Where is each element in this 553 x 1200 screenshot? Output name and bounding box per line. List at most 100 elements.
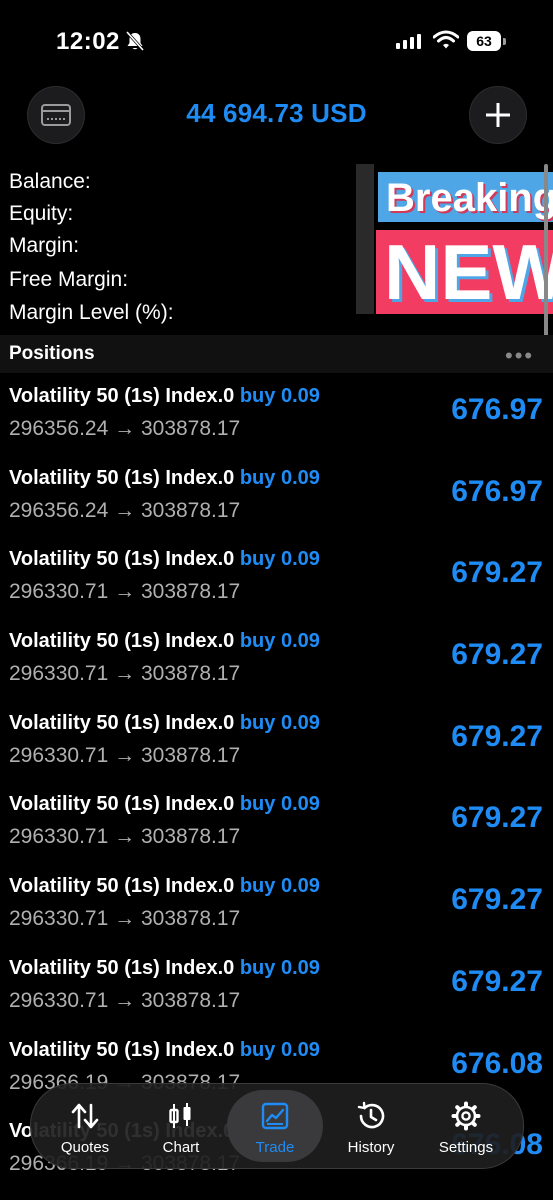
position-side: buy 0.09 (239, 630, 320, 653)
open-price: 296330.71 (9, 662, 109, 686)
candlestick-icon (169, 1103, 191, 1128)
margin-label: Margin: (9, 234, 80, 257)
position-side: buy 0.09 (239, 875, 320, 898)
position-prices: 296356.24 → 303878.17 (9, 499, 240, 523)
nav-quotes[interactable]: Quotes (37, 1084, 133, 1168)
more-options-icon[interactable]: ••• (505, 343, 534, 369)
position-symbol: Volatility 50 (1s) Index.0 buy 0.09 (9, 875, 320, 898)
open-price: 296330.71 (9, 580, 109, 604)
nav-history[interactable]: History (323, 1084, 419, 1168)
nav-chart[interactable]: Chart (133, 1084, 229, 1168)
position-side: buy 0.09 (239, 1038, 320, 1061)
balance-label: Balance: (9, 170, 91, 193)
plus-icon (486, 103, 510, 127)
current-price: 303878.17 (140, 417, 241, 440)
open-price: 296330.71 (9, 907, 109, 931)
position-profit: 676.97 (451, 393, 543, 426)
open-price: 296330.71 (9, 825, 109, 849)
position-symbol-name: Volatility 50 (1s) Index.0 (9, 385, 235, 407)
price-arrow: → (114, 498, 136, 522)
current-price: 303878.17 (140, 825, 241, 849)
position-symbol: Volatility 50 (1s) Index.0 buy 0.09 (9, 957, 320, 980)
position-side: buy 0.09 (239, 385, 320, 407)
overlay-line-2: NEW (376, 230, 553, 314)
breaking-news-overlay: Breaking NEW (356, 164, 553, 316)
position-symbol-name: Volatility 50 (1s) Index.0 (9, 630, 235, 653)
equity-label: Equity: (9, 202, 74, 225)
position-symbol-name: Volatility 50 (1s) Index.0 (9, 793, 235, 816)
status-time: 12:02 (56, 28, 120, 55)
position-prices: 296330.71 → 303878.17 (9, 989, 240, 1013)
current-price: 303878.17 (140, 907, 241, 931)
current-price: 303878.17 (140, 662, 241, 686)
price-arrow: → (114, 580, 136, 604)
positions-list: Volatility 50 (1s) Index.0 buy 0.09 29635… (0, 375, 553, 1192)
position-row[interactable]: Volatility 50 (1s) Index.0 buy 0.09 29635… (0, 457, 553, 539)
price-arrow: → (114, 743, 136, 767)
position-profit: 676.08 (451, 1046, 543, 1080)
open-price: 296330.71 (9, 743, 109, 767)
nav-chart-label: Chart (162, 1139, 200, 1156)
nav-quotes-label: Quotes (60, 1139, 110, 1156)
position-symbol: Volatility 50 (1s) Index.0 buy 0.09 (9, 467, 320, 490)
positions-title: Positions (9, 343, 95, 364)
position-prices: 296356.24 → 303878.17 (9, 417, 240, 441)
price-arrow: → (114, 907, 136, 931)
position-row[interactable]: Volatility 50 (1s) Index.0 buy 0.09 29633… (0, 947, 553, 1029)
open-price: 296356.24 (9, 417, 109, 440)
position-symbol: Volatility 50 (1s) Index.0 buy 0.09 (9, 793, 320, 816)
current-price: 303878.17 (140, 743, 241, 767)
overlay-line-1: Breaking (378, 172, 553, 222)
position-symbol-name: Volatility 50 (1s) Index.0 (9, 1038, 235, 1061)
position-prices: 296330.71 → 303878.17 (9, 662, 240, 686)
position-side: buy 0.09 (239, 466, 320, 489)
gear-icon (451, 1101, 481, 1131)
price-arrow: → (114, 825, 136, 849)
nav-trade[interactable]: Trade (227, 1090, 323, 1162)
position-prices: 296330.71 → 303878.17 (9, 580, 240, 604)
positions-header: Positions ••• (0, 335, 553, 373)
position-prices: 296330.71 → 303878.17 (9, 825, 240, 849)
nav-history-label: History (347, 1139, 395, 1156)
position-symbol-name: Volatility 50 (1s) Index.0 (9, 466, 235, 489)
position-profit: 679.27 (451, 719, 543, 753)
position-symbol: Volatility 50 (1s) Index.0 buy 0.09 (9, 385, 320, 408)
position-profit: 679.27 (451, 638, 543, 672)
top-bar: 44 694.73 USD (0, 84, 553, 146)
current-price: 303878.17 (140, 988, 241, 1012)
position-profit: 679.27 (451, 883, 543, 917)
position-row[interactable]: Volatility 50 (1s) Index.0 buy 0.09 29633… (0, 620, 553, 702)
nav-trade-label: Trade (255, 1139, 295, 1156)
status-bar: 12:02 63 (0, 0, 553, 84)
position-prices: 296330.71 → 303878.17 (9, 907, 240, 931)
position-symbol-name: Volatility 50 (1s) Index.0 (9, 711, 235, 734)
position-row[interactable]: Volatility 50 (1s) Index.0 buy 0.09 29633… (0, 702, 553, 784)
history-clock-icon (357, 1101, 385, 1129)
wifi-icon (433, 30, 459, 49)
margin-level-label: Margin Level (%): (9, 301, 174, 324)
position-profit: 676.97 (451, 474, 543, 508)
free-margin-label: Free Margin: (9, 268, 129, 291)
position-side: buy 0.09 (239, 793, 320, 816)
position-row[interactable]: Volatility 50 (1s) Index.0 buy 0.09 29633… (0, 538, 553, 620)
battery-tip (503, 38, 506, 45)
position-side: buy 0.09 (239, 711, 320, 734)
price-arrow: → (114, 662, 136, 686)
open-price: 296356.24 (9, 498, 109, 522)
open-price: 296330.71 (9, 988, 109, 1012)
position-row[interactable]: Volatility 50 (1s) Index.0 buy 0.09 29633… (0, 865, 553, 947)
position-row[interactable]: Volatility 50 (1s) Index.0 buy 0.09 29633… (0, 783, 553, 865)
position-symbol-name: Volatility 50 (1s) Index.0 (9, 956, 235, 979)
new-order-button[interactable] (469, 86, 527, 144)
bottom-nav: Quotes Chart Trade History Settings (30, 1083, 524, 1169)
price-arrow: → (114, 417, 136, 440)
position-symbol: Volatility 50 (1s) Index.0 buy 0.09 (9, 630, 320, 653)
nav-settings-label: Settings (438, 1139, 494, 1156)
position-profit: 679.27 (451, 964, 543, 998)
nav-settings[interactable]: Settings (418, 1084, 514, 1168)
position-symbol: Volatility 50 (1s) Index.0 buy 0.09 (9, 548, 320, 571)
position-symbol-name: Volatility 50 (1s) Index.0 (9, 875, 235, 898)
summary-scrollbar[interactable] (544, 164, 548, 349)
position-row[interactable]: Volatility 50 (1s) Index.0 buy 0.09 29635… (0, 375, 553, 457)
position-profit: 679.27 (451, 556, 543, 590)
